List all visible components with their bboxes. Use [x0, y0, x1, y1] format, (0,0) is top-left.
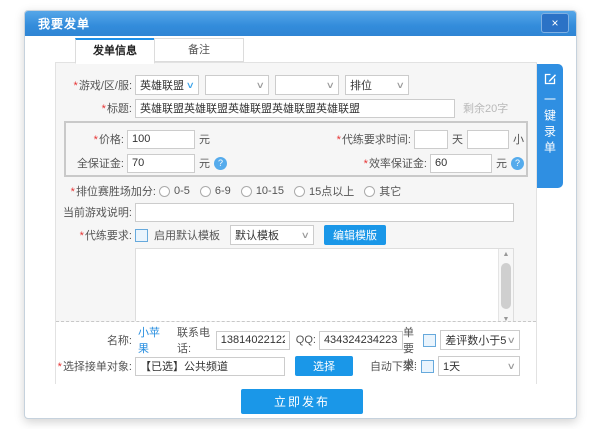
target-label: 选择接单对象: [63, 361, 132, 373]
description-area: ▲ ▼ [135, 248, 514, 322]
radio-10-15[interactable] [241, 186, 252, 197]
required-marker: * [102, 103, 106, 115]
chevron-down-icon: ∨ [301, 230, 310, 241]
price-label: 价格: [99, 134, 124, 146]
radio-other[interactable] [364, 186, 375, 197]
description-textarea[interactable] [136, 249, 513, 322]
server-select[interactable]: ∨ [275, 75, 339, 95]
auto-delist-label: 自动下架: [370, 358, 417, 374]
game-note-label: 当前游戏说明: [56, 204, 132, 220]
form-section: *游戏/区/服: 英雄联盟 ∨ ∨ ∨ 排位 ∨ [56, 63, 536, 322]
required-marker: * [58, 361, 62, 373]
dialog-titlebar: 我要发单 × [25, 11, 576, 36]
qq-input[interactable] [319, 331, 403, 350]
safe-deposit-label: 全保证金: [68, 155, 124, 171]
chevron-down-icon: ∨ [507, 361, 516, 372]
template-row: *代练要求: 启用默认模板 默认模板 ∨ 编辑模版 [56, 225, 536, 245]
target-row: *选择接单对象: 选择 自动下架: 1天 ∨ [56, 356, 536, 376]
one-key-record-label: 一键录单 [542, 93, 559, 157]
days-unit: 天 [452, 131, 463, 147]
rank-bonus-label: 排位赛胜场加分: [76, 186, 156, 198]
price-unit: 元 [199, 131, 210, 147]
eff-deposit-label: 效率保证金: [369, 158, 427, 170]
contact-section: 名称: 小苹果 联系电话: QQ: 接单要求: 差评数小于5 ∨ [56, 322, 536, 384]
radio-6-9[interactable] [200, 186, 211, 197]
game-row: *游戏/区/服: 英雄联盟 ∨ ∨ ∨ 排位 ∨ [56, 75, 536, 95]
mode-select[interactable]: 排位 ∨ [345, 75, 409, 95]
scrollbar[interactable]: ▲ ▼ [498, 249, 513, 322]
chevron-down-icon: ∨ [326, 80, 335, 91]
time-hours-input[interactable] [467, 130, 509, 149]
phone-label: 联系电话: [177, 324, 213, 356]
radio-0-5[interactable] [159, 186, 170, 197]
auto-delist-select[interactable]: 1天 ∨ [438, 356, 520, 376]
contact-row: 名称: 小苹果 联系电话: QQ: 接单要求: 差评数小于5 ∨ [56, 330, 536, 350]
rank-bonus-row: *排位赛胜场加分: 0-5 6-9 10-15 15点以上 其它 [56, 183, 536, 199]
accept-req-select[interactable]: 差评数小于5 ∨ [440, 330, 520, 350]
required-marker: * [94, 134, 98, 146]
dialog-title: 我要发单 [38, 15, 90, 32]
safe-deposit-unit: 元 [199, 155, 210, 171]
required-marker: * [71, 186, 75, 198]
hours-unit: 小 [513, 131, 524, 147]
chevron-down-icon: ∨ [507, 335, 516, 346]
price-input[interactable] [127, 130, 195, 149]
qq-label: QQ: [296, 334, 316, 346]
tab-remarks[interactable]: 备注 [154, 38, 244, 62]
close-icon[interactable]: × [541, 13, 569, 33]
help-icon[interactable]: ? [214, 157, 227, 170]
scroll-down-icon[interactable]: ▼ [499, 314, 513, 322]
chars-remaining: 剩余20字 [463, 100, 508, 116]
required-marker: * [80, 230, 84, 242]
edit-template-button[interactable]: 编辑模版 [324, 225, 386, 245]
edit-icon [543, 72, 557, 86]
title-input[interactable] [135, 99, 455, 118]
help-icon[interactable]: ? [511, 157, 524, 170]
tab-bar: 发单信息 备注 [75, 38, 244, 64]
one-key-record-button[interactable]: 一键录单 [537, 64, 563, 188]
region-select[interactable]: ∨ [205, 75, 269, 95]
template-label: 代练要求: [85, 230, 132, 242]
chevron-down-icon: ∨ [256, 80, 265, 91]
eff-deposit-input[interactable] [430, 154, 492, 173]
publish-now-button[interactable]: 立即发布 [241, 389, 363, 414]
chevron-down-icon: ∨ [396, 80, 405, 91]
default-template-checkbox-label: 启用默认模板 [154, 227, 220, 243]
phone-input[interactable] [216, 331, 290, 350]
post-order-dialog: 我要发单 × 发单信息 备注 一键录单 *游戏/区/服: 英雄联盟 ∨ ∨ [24, 10, 577, 419]
required-marker: * [74, 80, 78, 92]
game-note-input[interactable] [135, 203, 514, 222]
time-label: 代练要求时间: [342, 134, 411, 146]
form-panel: *游戏/区/服: 英雄联盟 ∨ ∨ ∨ 排位 ∨ [55, 62, 537, 384]
title-row: *标题: 剩余20字 [56, 98, 536, 118]
game-label: 游戏/区/服: [79, 80, 132, 92]
template-select[interactable]: 默认模板 ∨ [230, 225, 314, 245]
eff-deposit-unit: 元 [496, 155, 507, 171]
required-marker: * [364, 158, 368, 170]
tab-order-info[interactable]: 发单信息 [75, 38, 155, 64]
scroll-up-icon[interactable]: ▲ [499, 249, 513, 261]
name-label: 名称: [56, 332, 132, 348]
required-marker: * [337, 134, 341, 146]
target-input[interactable] [135, 357, 285, 376]
game-select[interactable]: 英雄联盟 ∨ [135, 75, 199, 95]
price-time-row: *价格: 元 *代练要求时间: 天 小 [68, 127, 524, 151]
scrollbar-thumb[interactable] [501, 263, 511, 309]
auto-delist-checkbox[interactable] [421, 360, 434, 373]
safe-deposit-input[interactable] [127, 154, 195, 173]
choose-target-button[interactable]: 选择 [295, 356, 353, 376]
game-note-row: 当前游戏说明: [56, 202, 536, 222]
contact-name-link[interactable]: 小苹果 [138, 324, 163, 356]
deposit-row: 全保证金: 元 ? *效率保证金: 元 ? [68, 151, 524, 175]
accept-req-checkbox[interactable] [423, 334, 436, 347]
price-deposit-box: *价格: 元 *代练要求时间: 天 小 全保证金: [64, 121, 528, 177]
time-days-input[interactable] [414, 130, 448, 149]
radio-15-plus[interactable] [294, 186, 305, 197]
chevron-down-icon: ∨ [186, 80, 195, 91]
default-template-checkbox[interactable] [135, 229, 148, 242]
title-label: 标题: [107, 103, 132, 115]
